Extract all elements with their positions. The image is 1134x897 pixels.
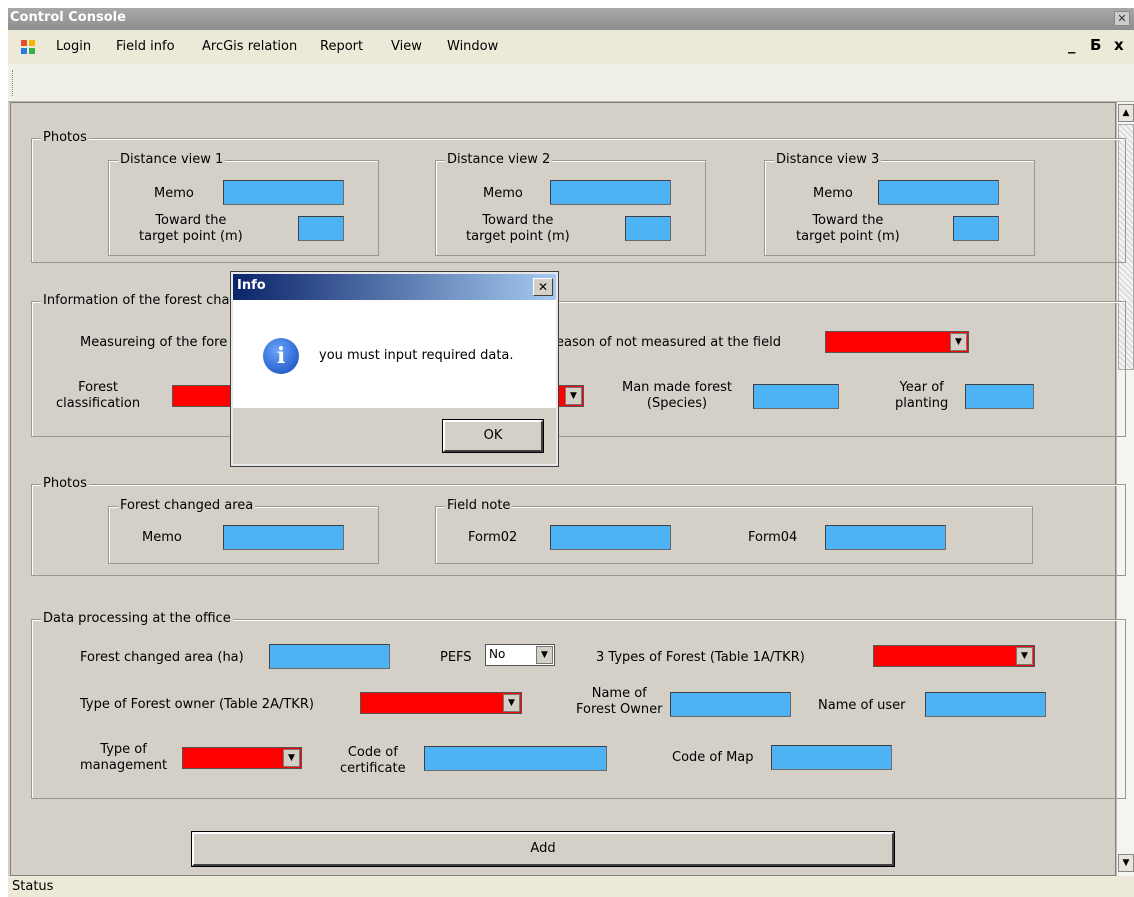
memo-label-3: Memo	[813, 186, 853, 201]
scroll-down-icon[interactable]: ▼	[1118, 854, 1134, 872]
forest-info-group: Information of the forest cha	[31, 293, 1126, 437]
form04-input[interactable]	[825, 525, 946, 550]
form04-label: Form04	[748, 530, 798, 545]
photos-group-2-title: Photos	[41, 476, 89, 491]
title-bar: Control Console ✕	[8, 8, 1134, 30]
status-text: Status	[12, 879, 54, 894]
memo-input-1[interactable]	[223, 180, 344, 205]
pefs-label: PEFS	[440, 650, 472, 665]
memo-input-2[interactable]	[550, 180, 671, 205]
certificate-input[interactable]	[424, 746, 607, 771]
dropdown-arrow-icon[interactable]: ▼	[565, 387, 582, 405]
menu-view[interactable]: View	[391, 39, 422, 54]
memo-input-3[interactable]	[878, 180, 999, 205]
map-code-label: Code of Map	[672, 750, 754, 765]
toward-label-1: Toward the target point (m)	[139, 213, 243, 244]
pefs-select[interactable]: No ▼	[485, 644, 555, 666]
menu-field-info[interactable]: Field info	[116, 39, 175, 54]
scroll-up-icon[interactable]: ▲	[1118, 104, 1134, 122]
changed-area-ha-label: Forest changed area (ha)	[80, 650, 244, 665]
types-forest-select[interactable]: ▼	[873, 645, 1035, 667]
office-title: Data processing at the office	[41, 611, 233, 626]
memo-label-2: Memo	[483, 186, 523, 201]
certificate-label: Code of certificate	[340, 745, 406, 776]
dialog-close-icon[interactable]: ✕	[533, 278, 553, 296]
pefs-value: No	[489, 647, 506, 661]
year-label: Year of planting	[895, 380, 949, 411]
toward-input-1[interactable]	[298, 216, 344, 241]
changed-area-ha-input[interactable]	[269, 644, 390, 669]
info-dialog: Info ✕ i you must input required data. O…	[230, 271, 559, 467]
app-menu-icon[interactable]	[20, 39, 36, 55]
dropdown-arrow-icon[interactable]: ▼	[536, 646, 553, 664]
classification-label: Forest classification	[56, 380, 141, 411]
changed-area-memo-input[interactable]	[223, 525, 344, 550]
year-input[interactable]	[965, 384, 1034, 409]
types-forest-label: 3 Types of Forest (Table 1A/TKR)	[596, 650, 805, 665]
distance-view-2-title: Distance view 2	[445, 152, 553, 167]
changed-area-title: Forest changed area	[118, 498, 256, 513]
toward-label-3: Toward the target point (m)	[796, 213, 900, 244]
toward-label-2: Toward the target point (m)	[466, 213, 570, 244]
dialog-body: i you must input required data.	[233, 300, 556, 408]
reason-select[interactable]: ▼	[825, 331, 969, 353]
ok-button[interactable]: OK	[442, 419, 544, 453]
toward-input-2[interactable]	[625, 216, 671, 241]
restore-button[interactable]: Б	[1090, 36, 1101, 54]
distance-view-1-title: Distance view 1	[118, 152, 226, 167]
dropdown-arrow-icon[interactable]: ▼	[503, 694, 520, 712]
toolbar	[8, 64, 1134, 102]
menu-report[interactable]: Report	[320, 39, 363, 54]
menu-window[interactable]: Window	[447, 39, 498, 54]
user-name-input[interactable]	[925, 692, 1046, 717]
owner-type-select[interactable]: ▼	[360, 692, 522, 714]
forest-info-title: Information of the forest cha	[41, 293, 232, 308]
toward-input-3[interactable]	[953, 216, 999, 241]
map-code-input[interactable]	[771, 745, 892, 770]
dialog-message: you must input required data.	[319, 348, 514, 363]
field-note-title: Field note	[445, 498, 513, 513]
user-name-label: Name of user	[818, 698, 906, 713]
menu-login[interactable]: Login	[56, 39, 91, 54]
forest-type-select[interactable]: ▼	[555, 385, 584, 407]
reason-label: eason of not measured at the field	[556, 335, 781, 350]
distance-view-3-title: Distance view 3	[774, 152, 882, 167]
dropdown-arrow-icon[interactable]: ▼	[1016, 647, 1033, 665]
add-button[interactable]: Add	[191, 831, 895, 867]
measuring-label: Measureing of the fore	[80, 335, 228, 350]
dropdown-arrow-icon[interactable]: ▼	[283, 749, 300, 767]
dialog-title: Info	[237, 278, 266, 293]
menu-bar: Login Field info ArcGis relation Report …	[8, 30, 1134, 64]
minimize-button[interactable]: _	[1068, 36, 1076, 54]
management-label: Type of management	[80, 742, 168, 773]
owner-name-label: Name of Forest Owner	[576, 686, 663, 717]
man-made-input[interactable]	[753, 384, 839, 409]
window-title: Control Console	[10, 10, 126, 25]
owner-name-input[interactable]	[670, 692, 791, 717]
status-bar: Status	[8, 876, 1134, 897]
close-button[interactable]: x	[1114, 36, 1124, 54]
classification-select[interactable]	[172, 385, 234, 407]
man-made-label: Man made forest (Species)	[622, 380, 733, 411]
management-select[interactable]: ▼	[182, 747, 302, 769]
form02-label: Form02	[468, 530, 518, 545]
window-close-button[interactable]: ✕	[1114, 11, 1130, 26]
changed-area-memo-label: Memo	[142, 530, 182, 545]
photos-group-title: Photos	[41, 130, 89, 145]
memo-label-1: Memo	[154, 186, 194, 201]
dropdown-arrow-icon[interactable]: ▼	[950, 333, 967, 351]
toolbar-grip[interactable]	[12, 70, 15, 96]
owner-type-label: Type of Forest owner (Table 2A/TKR)	[80, 697, 314, 712]
info-icon: i	[263, 338, 299, 374]
menu-arcgis-relation[interactable]: ArcGis relation	[202, 39, 297, 54]
form02-input[interactable]	[550, 525, 671, 550]
dialog-title-bar: Info ✕	[233, 274, 556, 300]
